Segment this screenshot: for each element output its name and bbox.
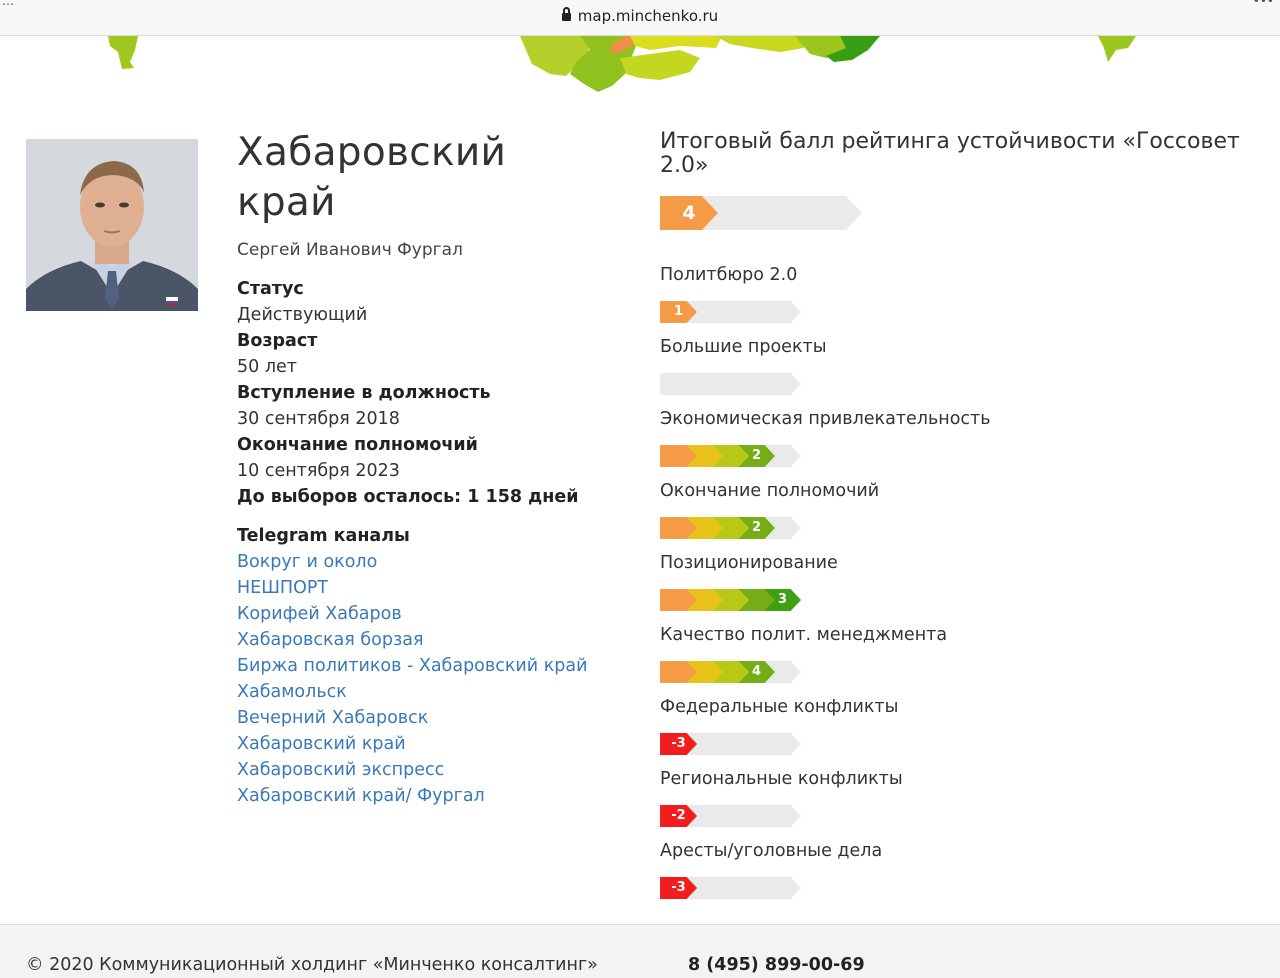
rating-category-title: Региональные конфликты	[660, 769, 903, 789]
telegram-channel-link[interactable]: НЕШПОРТ	[237, 575, 617, 601]
rating-category-scale: 2	[660, 445, 1250, 467]
rating-category-title: Позиционирование	[660, 553, 838, 573]
rating-category-scale: 2	[660, 517, 1250, 539]
term-start-value: 30 сентября 2018	[237, 409, 400, 429]
rating-category-scale: 4	[660, 661, 1250, 683]
status-label: Статус	[237, 279, 304, 299]
rating-category: Политбюро 2.0 1	[660, 264, 1250, 336]
rating-category-title: Окончание полномочий	[660, 481, 880, 501]
election-countdown: До выборов осталось: 1 158 дней	[237, 487, 579, 507]
rating-category-title: Аресты/уголовные дела	[660, 841, 883, 861]
rating-category-scale: -2	[660, 805, 1250, 827]
term-end-value: 10 сентября 2023	[237, 461, 400, 481]
map-region-right	[1098, 36, 1136, 62]
rating-category-title: Политбюро 2.0	[660, 265, 798, 285]
total-rating-title: Итоговый балл рейтинга устойчивости «Гос…	[660, 129, 1240, 178]
telegram-channel-link[interactable]: Корифей Хабаров	[237, 601, 617, 627]
rating-category-scale: 1	[660, 301, 1250, 323]
rating-panel: Итоговый балл рейтинга устойчивости «Гос…	[660, 130, 1250, 912]
telegram-channel-list: Вокруг и около НЕШПОРТ Корифей Хабаров Хаба…	[237, 549, 617, 809]
footer-copyright: © 2020 Коммуникационный холдинг «Минченк…	[26, 955, 598, 975]
rating-category-title: Большие проекты	[660, 337, 827, 357]
telegram-channel-link[interactable]: Хабаровский край/ Фургал	[237, 783, 617, 809]
telegram-channel-link[interactable]: Хабамольск	[237, 679, 617, 705]
rating-category-list: Политбюро 2.0 1 Большие проекты Экономическ…	[660, 264, 1250, 912]
region-map-fragment[interactable]	[0, 36, 1280, 96]
governor-name: Сергей Иванович Фургал	[237, 240, 463, 260]
map-region-east-yellow	[630, 36, 722, 50]
rating-category-title: Экономическая привлекательность	[660, 409, 991, 429]
portrait-illustration	[26, 139, 198, 311]
rating-category: Экономическая привлекательность 2	[660, 408, 1250, 480]
telegram-title: Telegram каналы	[237, 526, 410, 546]
rating-category-title: Качество полит. менеджмента	[660, 625, 948, 645]
rating-category: Качество полит. менеджмента 4	[660, 624, 1250, 696]
footer-phone[interactable]: 8 (495) 899-00-69	[688, 955, 865, 975]
governor-info: Хабаровский край Сергей Иванович Фургал …	[237, 128, 617, 809]
url-text: map.minchenko.ru	[577, 7, 719, 25]
rating-category-title: Федеральные конфликты	[660, 697, 899, 717]
rating-category-scale: -3	[660, 733, 1250, 755]
rating-category: Позиционирование 3	[660, 552, 1250, 624]
governor-photo	[26, 139, 198, 311]
browser-address-bar[interactable]: … map.minchenko.ru •••	[0, 0, 1280, 36]
telegram-channel-link[interactable]: Хабаровская борзая	[237, 627, 617, 653]
telegram-channel-link[interactable]: Биржа политиков - Хабаровский край	[237, 653, 617, 679]
telegram-channel-link[interactable]: Хабаровский край	[237, 731, 617, 757]
map-region-west	[108, 36, 138, 69]
region-title: Хабаровский край	[237, 130, 507, 225]
age-value: 50 лет	[237, 357, 297, 377]
age-label: Возраст	[237, 331, 318, 351]
rating-category-scale: -3	[660, 877, 1250, 899]
page-footer: © 2020 Коммуникационный холдинг «Минченк…	[0, 924, 1280, 978]
window-dots-right: •••	[1252, 0, 1274, 8]
rating-category: Аресты/уголовные дела -3	[660, 840, 1250, 912]
rating-category: Окончание полномочий 2	[660, 480, 1250, 552]
lock-icon	[561, 7, 571, 21]
telegram-channel-link[interactable]: Вечерний Хабаровск	[237, 705, 617, 731]
term-start-label: Вступление в должность	[237, 383, 491, 403]
rating-category: Федеральные конфликты -3	[660, 696, 1250, 768]
term-end-label: Окончание полномочий	[237, 435, 478, 455]
rating-category-scale: 3	[660, 589, 1250, 611]
total-rating-scale: 4	[660, 196, 1250, 230]
rating-category: Региональные конфликты -2	[660, 768, 1250, 840]
rating-category-scale	[660, 373, 1250, 395]
telegram-channel-link[interactable]: Хабаровский экспресс	[237, 757, 617, 783]
status-value: Действующий	[237, 305, 368, 325]
map-region-east-a	[715, 36, 804, 52]
url-display[interactable]: map.minchenko.ru	[0, 7, 1280, 25]
telegram-channel-link[interactable]: Вокруг и около	[237, 549, 617, 575]
rating-category: Большие проекты	[660, 336, 1250, 408]
